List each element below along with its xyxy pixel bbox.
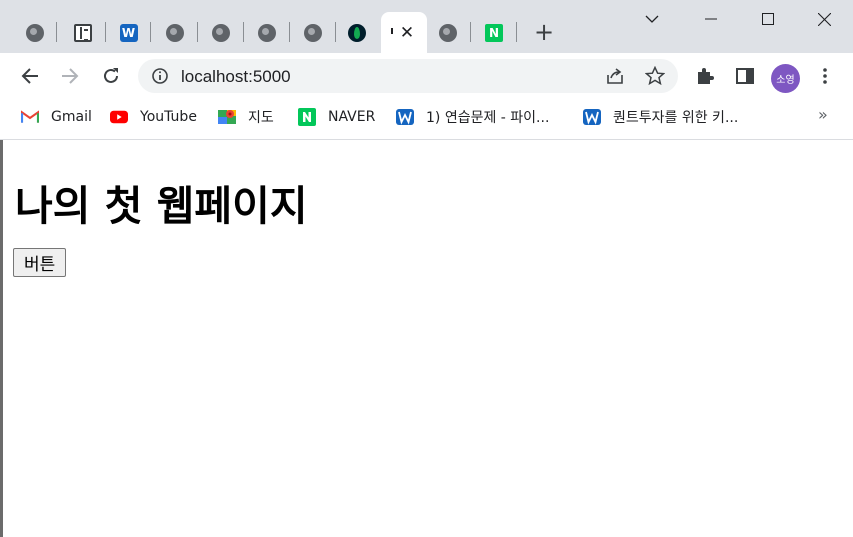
bookmark-maps[interactable]: 지도: [218, 107, 274, 127]
book-icon: [73, 23, 92, 42]
globe-icon: [258, 23, 276, 42]
naver-icon: [298, 108, 316, 126]
bookmarks-overflow-button[interactable]: »: [818, 105, 828, 124]
menu-button[interactable]: [810, 61, 840, 91]
maximize-button[interactable]: [739, 0, 796, 38]
browser-toolbar: localhost:5000 소영: [0, 53, 853, 99]
page-heading: 나의 첫 웹페이지: [15, 182, 308, 230]
bookmark-label: YouTube: [140, 109, 197, 125]
browser-tab[interactable]: W: [106, 12, 151, 53]
bookmark-label: Gmail: [51, 109, 92, 125]
mongodb-icon: [348, 23, 366, 42]
browser-tab[interactable]: [151, 12, 198, 53]
bookmark-youtube[interactable]: YouTube: [110, 107, 197, 127]
close-icon[interactable]: ✕: [400, 23, 414, 43]
page-button[interactable]: 버튼: [13, 248, 67, 277]
page-viewport: 나의 첫 웹페이지 버튼: [0, 140, 853, 537]
address-bar[interactable]: localhost:5000: [138, 59, 678, 93]
maps-icon: [218, 108, 236, 126]
tab-favicon-fragment: [391, 28, 393, 34]
globe-icon: [26, 23, 44, 42]
maximize-icon: [761, 13, 774, 25]
wikidocs-icon: [396, 108, 414, 126]
naver-icon: N: [485, 23, 503, 42]
kebab-menu-icon: [823, 68, 827, 84]
wikidocs-icon: [583, 108, 601, 126]
tab-search-chevron-down-icon[interactable]: [645, 12, 659, 26]
forward-button[interactable]: [55, 61, 85, 91]
side-panel-icon: [736, 68, 754, 84]
minimize-icon: [704, 18, 717, 20]
bookmark-naver[interactable]: NAVER: [298, 107, 375, 127]
side-panel-button[interactable]: [730, 61, 760, 91]
globe-icon: [438, 23, 457, 42]
gmail-icon: [21, 108, 39, 126]
youtube-icon: [110, 108, 128, 126]
globe-icon: [212, 23, 230, 42]
bookmark-wikidocs-2[interactable]: 퀀트투자를 위한 키...: [583, 107, 738, 127]
puzzle-icon: [698, 68, 714, 84]
globe-icon: [304, 23, 322, 42]
browser-tab[interactable]: N: [471, 12, 517, 53]
browser-tab[interactable]: [290, 12, 336, 53]
bookmark-gmail[interactable]: Gmail: [21, 107, 92, 127]
back-button[interactable]: [15, 61, 45, 91]
wikidocs-icon: W: [119, 23, 138, 42]
arrow-left-icon: [21, 68, 38, 84]
tab-strip: W ✕ N +: [0, 0, 853, 53]
profile-avatar[interactable]: 소영: [771, 64, 800, 93]
arrow-right-icon: [62, 68, 79, 84]
share-icon[interactable]: [605, 67, 625, 85]
window-close-button[interactable]: [796, 0, 853, 38]
reload-icon: [104, 68, 118, 83]
bookmark-label: 1) 연습문제 - 파이...: [426, 110, 550, 126]
browser-tab[interactable]: [59, 12, 106, 53]
url-text[interactable]: localhost:5000: [181, 67, 291, 87]
bookmark-wikidocs-1[interactable]: 1) 연습문제 - 파이...: [396, 107, 549, 127]
close-icon: [818, 12, 831, 26]
bookmark-label: 퀀트투자를 위한 키...: [613, 110, 739, 126]
info-icon[interactable]: [151, 67, 169, 85]
reload-button[interactable]: [96, 61, 126, 91]
browser-tab[interactable]: [198, 12, 244, 53]
minimize-button[interactable]: [682, 0, 739, 38]
bookmark-label: 지도: [248, 110, 274, 126]
globe-icon: [165, 23, 184, 42]
new-tab-button[interactable]: +: [531, 20, 557, 46]
browser-tab[interactable]: [424, 12, 471, 53]
browser-tab[interactable]: [244, 12, 290, 53]
bookmark-label: NAVER: [328, 109, 376, 125]
bookmarks-bar: Gmail YouTube 지도 NAVER 1) 연습문제 - 파이... 퀀…: [0, 99, 853, 140]
browser-tab-active[interactable]: ✕: [381, 12, 427, 53]
browser-tab[interactable]: [336, 12, 378, 53]
star-icon[interactable]: [645, 66, 665, 86]
browser-tab[interactable]: [13, 12, 57, 53]
extensions-button[interactable]: [690, 61, 720, 91]
